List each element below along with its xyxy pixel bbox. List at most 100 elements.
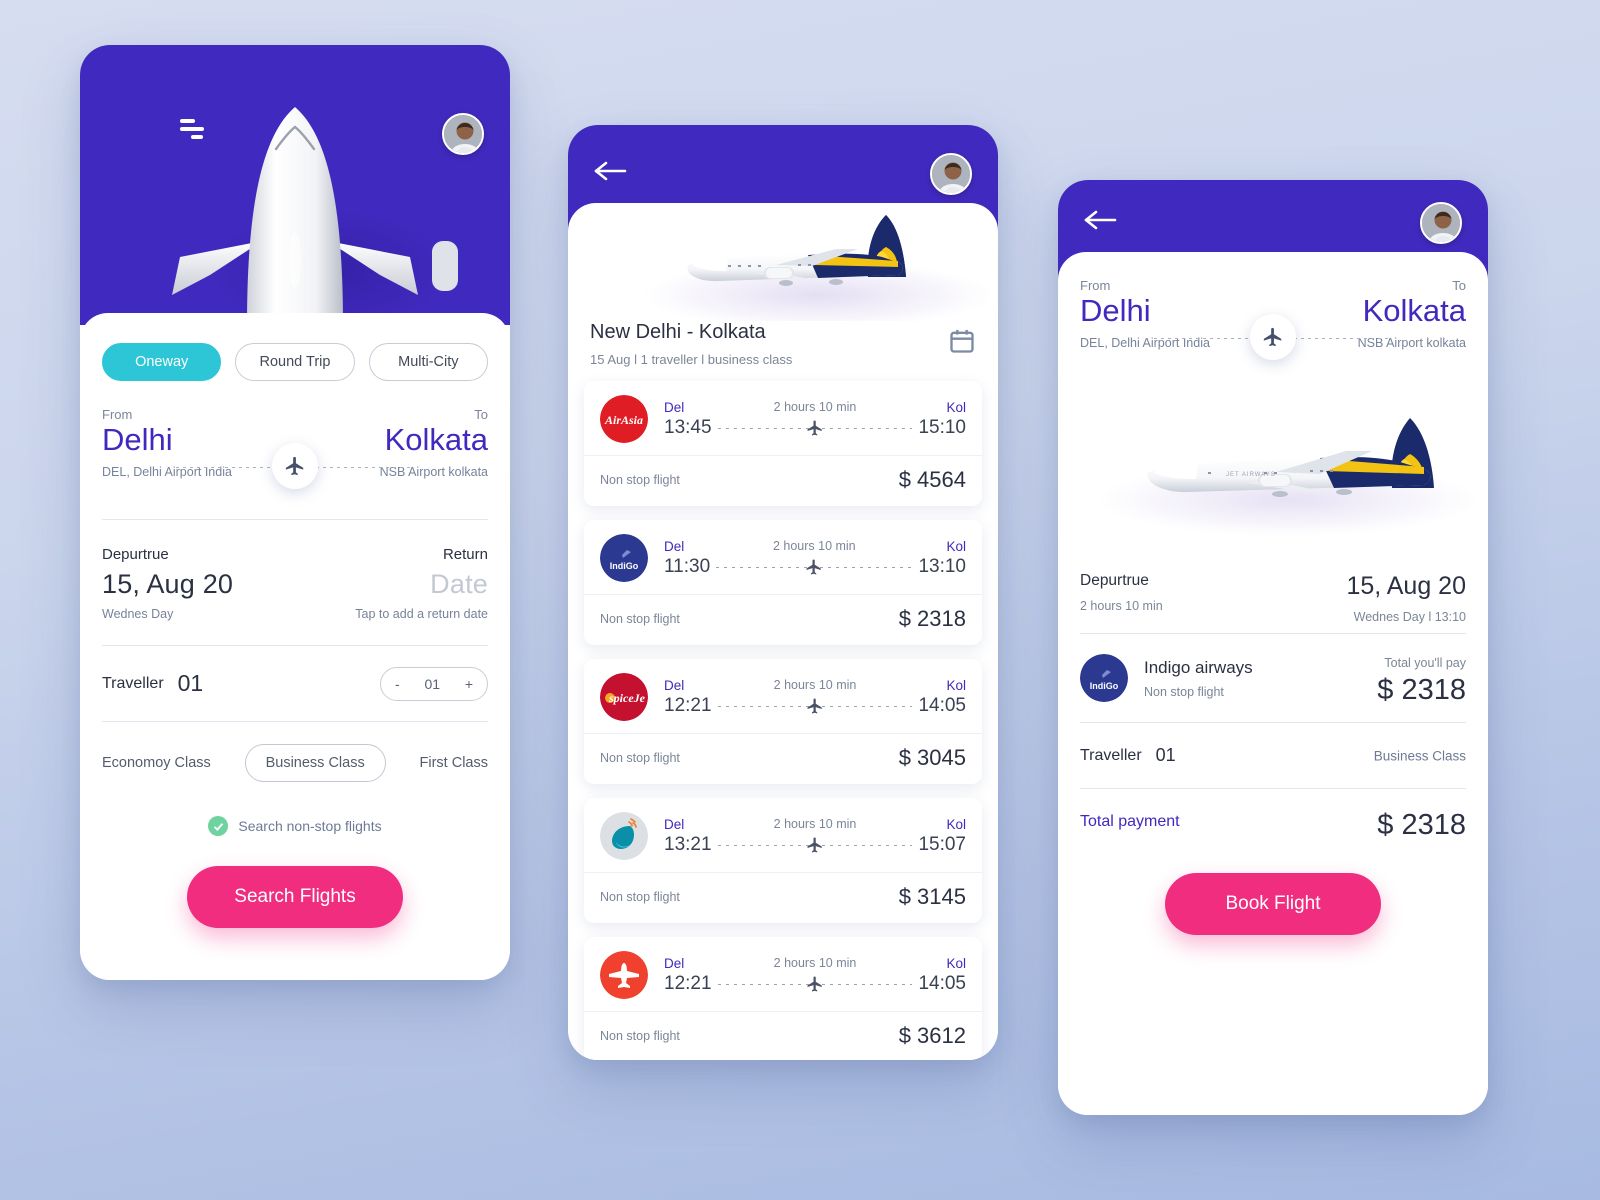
airplane-icon: [806, 697, 824, 715]
route-title: New Delhi - Kolkata: [590, 321, 766, 343]
indigo-logo: IndiGo: [1080, 654, 1128, 702]
class-economy[interactable]: Economoy Class: [102, 755, 211, 771]
origin-code: Del: [664, 816, 685, 832]
phone-screen-booking: From Delhi DEL, Delhi Airport India To K…: [1058, 180, 1488, 1115]
calendar-icon[interactable]: [948, 327, 976, 355]
tab-oneway[interactable]: Oneway: [102, 343, 222, 381]
return-hint: Tap to add a return date: [355, 607, 488, 621]
class-business[interactable]: Business Class: [244, 744, 386, 782]
back-arrow-icon[interactable]: [594, 159, 628, 183]
depart-time: 11:30: [664, 555, 711, 577]
origin-block: Del 13:45: [664, 400, 712, 439]
flight-card[interactable]: IndiGo Del 11:30 2 hours 10 min Kol 13:1…: [584, 520, 982, 645]
duration: 2 hours 10 min: [773, 399, 857, 414]
stops-label: Non stop flight: [600, 751, 680, 765]
to-label: To: [1452, 278, 1466, 293]
flight-results-list: AirAsia Del 13:45 2 hours 10 min Kol 15:…: [568, 367, 998, 1060]
arrive-time: 13:10: [918, 555, 966, 577]
hamburger-menu-icon[interactable]: [180, 119, 210, 141]
total-payment-row: Total payment $ 2318: [1058, 789, 1488, 841]
duration: 2 hours 10 min: [773, 955, 857, 970]
destination-code: Kol: [946, 677, 966, 693]
arrive-time: 15:07: [918, 833, 966, 855]
destination-code: Kol: [946, 816, 966, 832]
avatar[interactable]: [442, 113, 484, 155]
airplane-icon: [806, 975, 824, 993]
flight-card[interactable]: Del 13:21 2 hours 10 min Kol 15:07 Non s…: [584, 798, 982, 923]
flight-price: $ 2318: [898, 606, 966, 631]
total-pay-label: Total you'll pay: [1384, 656, 1466, 670]
tab-multi-city[interactable]: Multi-City: [368, 343, 488, 381]
origin-city: Delhi: [1080, 293, 1151, 328]
destination-code: Kol: [946, 955, 966, 971]
user-avatar-icon: [932, 155, 970, 193]
phone-screen-results: New Delhi - Kolkata 15 Aug l 1 traveller…: [568, 125, 998, 1060]
destination-code: Kol: [946, 399, 966, 415]
stepper-minus[interactable]: -: [395, 676, 400, 692]
return-field[interactable]: Return Date Tap to add a return date: [355, 546, 488, 621]
stops-label: Non stop flight: [600, 473, 680, 487]
flight-price: $ 3612: [898, 1023, 966, 1048]
quantity-stepper[interactable]: - 01 +: [380, 666, 488, 701]
depart-time: 13:45: [664, 416, 712, 438]
results-summary: New Delhi - Kolkata 15 Aug l 1 traveller…: [568, 203, 998, 367]
tab-round-trip[interactable]: Round Trip: [235, 343, 355, 381]
from-label: From: [102, 407, 133, 422]
flight-card[interactable]: Del 12:21 2 hours 10 min Kol 14:05 Non s…: [584, 937, 982, 1060]
results-sheet: New Delhi - Kolkata 15 Aug l 1 traveller…: [568, 203, 998, 1060]
airplane-nose-illustration: [172, 107, 458, 325]
return-label: Return: [442, 546, 488, 563]
cabin-class: Business Class: [1373, 748, 1466, 763]
origin-code: Del: [664, 955, 685, 971]
arrive-time: 15:10: [918, 416, 966, 438]
stops-label: Non stop flight: [600, 612, 680, 626]
departure-day-time: Wednes Day l 13:10: [1353, 610, 1466, 624]
goair-logo: [600, 812, 648, 860]
depart-time: 12:21: [664, 694, 712, 716]
depart-time: 13:21: [664, 833, 712, 855]
back-arrow-icon[interactable]: [1084, 208, 1118, 232]
departure-summary: Depurtrue 2 hours 10 min 15, Aug 20 Wedn…: [1058, 550, 1488, 633]
depart-time: 12:21: [664, 972, 712, 994]
avatar[interactable]: [1420, 202, 1462, 244]
class-first[interactable]: First Class: [420, 755, 488, 771]
flight-card[interactable]: AirAsia Del 13:45 2 hours 10 min Kol 15:…: [584, 381, 982, 506]
traveller-value: 01: [177, 670, 204, 696]
duration-block: 2 hours 10 min: [712, 400, 919, 438]
cabin-class-selector: Economoy Class Business Class First Clas…: [80, 722, 510, 782]
search-form-sheet: Oneway Round Trip Multi-City From Delhi …: [80, 313, 510, 980]
stops-label: Non stop flight: [600, 1029, 680, 1043]
hamburger-bar: [180, 119, 195, 123]
nonstop-checkbox-row[interactable]: Search non-stop flights: [80, 782, 510, 836]
user-avatar-icon: [1422, 204, 1460, 242]
stops-label: Non stop flight: [600, 890, 680, 904]
flight-card[interactable]: spiceJe Del 12:21 2 hours 10 min Kol 14:…: [584, 659, 982, 784]
search-flights-button[interactable]: Search Flights: [187, 866, 403, 928]
airasia-logo: AirAsia: [600, 395, 648, 443]
airline-name: Indigo airways: [1144, 657, 1253, 677]
book-flight-button[interactable]: Book Flight: [1165, 873, 1381, 935]
duration: 2 hours 10 min: [773, 677, 857, 692]
search-hero-banner: [80, 45, 510, 325]
stops-label: Non stop flight: [1144, 684, 1224, 699]
nonstop-label: Search non-stop flights: [238, 818, 382, 834]
stepper-plus[interactable]: +: [465, 676, 473, 692]
duration: 2 hours 10 min: [773, 816, 857, 831]
arrive-time: 14:05: [918, 694, 966, 716]
destination-city: Kolkata: [384, 422, 488, 457]
duration: 2 hours 10 min: [772, 538, 856, 553]
svg-text:AirAsia: AirAsia: [604, 413, 643, 427]
svg-text:JET AIRWAYS: JET AIRWAYS: [1226, 472, 1276, 478]
swap-airplane-icon[interactable]: [272, 443, 318, 489]
destination-block: Kol 15:10: [918, 400, 966, 439]
avatar[interactable]: [930, 153, 972, 195]
to-label: To: [474, 407, 488, 422]
destination-code: Kol: [946, 538, 966, 554]
traveller-label: Traveller: [102, 674, 164, 692]
stepper-count: 01: [424, 675, 441, 692]
hamburger-bar: [191, 135, 203, 139]
departure-date: 15, Aug 20: [1346, 572, 1466, 600]
total-payment-label: Total payment: [1080, 813, 1180, 830]
airplane-icon: [806, 836, 824, 854]
airline-summary: IndiGo Indigo airways Non stop flight To…: [1058, 634, 1488, 722]
